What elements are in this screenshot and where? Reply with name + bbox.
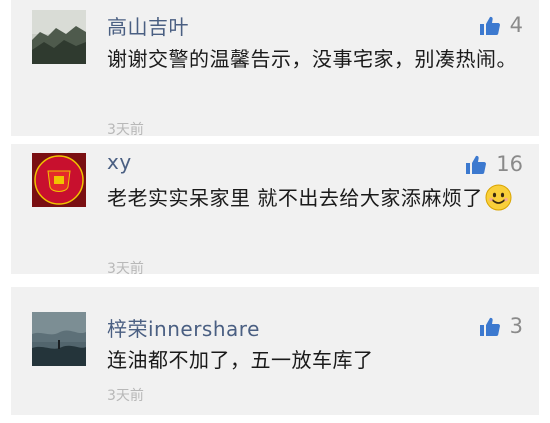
like-button[interactable]: 3	[479, 314, 523, 338]
thumbs-up-icon	[479, 16, 500, 35]
username[interactable]: xy	[107, 150, 132, 174]
thumbs-up-icon	[466, 155, 487, 174]
like-count: 4	[509, 13, 523, 37]
like-count: 3	[509, 314, 523, 338]
thumbs-up-icon	[479, 317, 500, 336]
comment-text: 谢谢交警的温馨告示，没事宅家，别凑热闹。	[107, 47, 517, 71]
like-button[interactable]: 16	[466, 152, 523, 176]
username[interactable]: 高山吉叶	[107, 11, 189, 40]
comment-card: xy 16 老老实实呆家里 就不出去给大家添麻烦了 3天前	[11, 144, 539, 277]
username[interactable]: 梓荣innershare	[107, 313, 260, 342]
like-button[interactable]: 4	[479, 13, 523, 37]
avatar[interactable]	[32, 312, 86, 366]
comment-text: 老老实实呆家里 就不出去给大家添麻烦了	[107, 180, 527, 216]
timestamp: 3天前	[107, 122, 144, 138]
avatar[interactable]	[32, 10, 86, 64]
smiling-face-emoji-icon	[485, 184, 512, 211]
comment-text: 连油都不加了，五一放车库了	[107, 348, 374, 372]
timestamp: 3天前	[107, 388, 144, 404]
comment-card: 梓荣innershare 3 连油都不加了，五一放车库了 3天前	[11, 287, 539, 415]
like-count: 16	[496, 152, 523, 176]
timestamp: 3天前	[107, 261, 144, 277]
comment-card: 高山吉叶 4 谢谢交警的温馨告示，没事宅家，别凑热闹。 3天前	[11, 0, 539, 138]
avatar[interactable]	[32, 153, 86, 207]
